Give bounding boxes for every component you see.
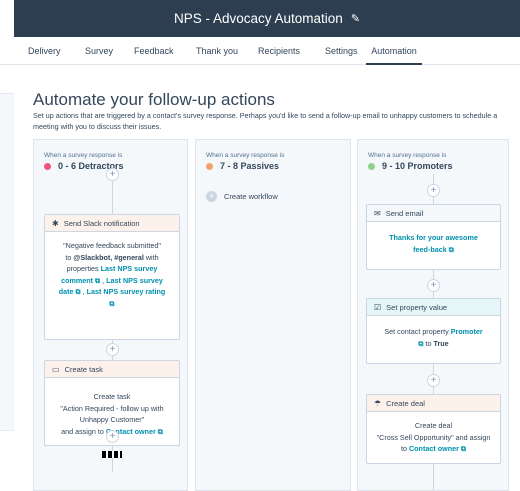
add-action-button[interactable]: + <box>106 343 119 356</box>
column-caption: When a survey response is <box>368 152 447 159</box>
create-workflow-button[interactable]: + Create workflow <box>206 191 278 202</box>
status-dot <box>44 162 51 170</box>
column-promoters: When a survey response is 9 - 10 Promote… <box>357 139 509 491</box>
status-dot <box>206 162 213 170</box>
external-link-icon[interactable]: ⧉ <box>109 299 114 308</box>
tab-settings[interactable]: Settings <box>325 37 358 65</box>
column-caption: When a survey response is <box>44 152 123 159</box>
tab-survey[interactable]: Survey <box>85 37 113 65</box>
column-caption: When a survey response is <box>206 152 285 159</box>
deal-icon: ☂ <box>374 398 382 408</box>
card-body: Thanks for your awesome feed-back ⧉ <box>367 222 500 265</box>
external-link-icon[interactable]: ⧉ <box>95 276 100 285</box>
property-link[interactable]: Last NPS survey rating <box>87 287 166 296</box>
tab-bar: Delivery Survey Feedback Thank you Recip… <box>0 37 520 65</box>
tab-feedback[interactable]: Feedback <box>134 37 174 65</box>
add-action-button[interactable]: + <box>427 184 440 197</box>
tab-delivery[interactable]: Delivery <box>28 37 61 65</box>
tab-recipients[interactable]: Recipients <box>258 37 300 65</box>
add-action-button[interactable]: + <box>427 279 440 292</box>
action-card-slack[interactable]: ✱ Send Slack notification "Negative feed… <box>44 214 180 340</box>
email-template-link[interactable]: Thanks for your awesome feed-back <box>389 233 478 254</box>
column-detractors: When a survey response is 0 - 6 Detracto… <box>33 139 188 491</box>
card-header: ✉ Send email <box>367 205 500 222</box>
card-header: ☂ Create deal <box>367 395 500 412</box>
email-icon: ✉ <box>374 208 381 218</box>
card-header: ▭ Create task <box>45 361 179 378</box>
edit-icon: ☑ <box>374 302 382 312</box>
external-link-icon[interactable]: ⧉ <box>75 287 80 296</box>
plus-icon: + <box>206 191 217 202</box>
card-header: ✱ Send Slack notification <box>45 215 179 232</box>
progress-indicator <box>102 451 122 458</box>
external-link-icon[interactable]: ⧉ <box>449 245 454 254</box>
pencil-icon[interactable]: ✎ <box>351 12 360 25</box>
left-panel-edge <box>0 93 14 431</box>
card-body: Create deal "Cross Sell Opportunity" and… <box>376 421 491 453</box>
page-title: NPS - Advocacy Automation <box>173 11 343 26</box>
contact-owner-link[interactable]: Contact owner <box>409 444 459 453</box>
action-card-property[interactable]: ☑ Set property value Set contact propert… <box>366 298 501 364</box>
column-title: 7 - 8 Passives <box>206 161 279 171</box>
status-dot <box>368 162 375 170</box>
tab-automation[interactable]: Automation <box>366 37 422 65</box>
card-body: "Negative feedback submitted" to @Slackb… <box>58 241 166 308</box>
column-title: 9 - 10 Promoters <box>368 161 453 171</box>
add-action-button[interactable]: + <box>106 430 119 443</box>
card-header: ☑ Set property value <box>367 299 500 316</box>
external-link-icon[interactable]: ⧉ <box>158 427 163 436</box>
tab-thank-you[interactable]: Thank you <box>196 37 238 65</box>
add-action-button[interactable]: + <box>427 374 440 387</box>
card-body: Set contact property Promoter ⧉ to True <box>384 327 483 348</box>
external-link-icon[interactable]: ⧉ <box>418 339 423 348</box>
column-passives: When a survey response is 7 - 8 Passives… <box>195 139 351 491</box>
title-bar: NPS - Advocacy Automation ✎ <box>14 0 520 37</box>
action-card-deal[interactable]: ☂ Create deal Create deal "Cross Sell Op… <box>366 394 501 464</box>
slack-icon: ✱ <box>52 218 59 228</box>
external-link-icon[interactable]: ⧉ <box>461 444 466 453</box>
property-value-link[interactable]: Promoter <box>451 327 483 336</box>
task-icon: ▭ <box>52 364 60 374</box>
add-action-button[interactable]: + <box>106 168 119 181</box>
action-card-email[interactable]: ✉ Send email Thanks for your awesome fee… <box>366 204 501 270</box>
section-description: Set up actions that are triggered by a c… <box>33 111 498 131</box>
section-heading: Automate your follow-up actions <box>33 90 275 109</box>
